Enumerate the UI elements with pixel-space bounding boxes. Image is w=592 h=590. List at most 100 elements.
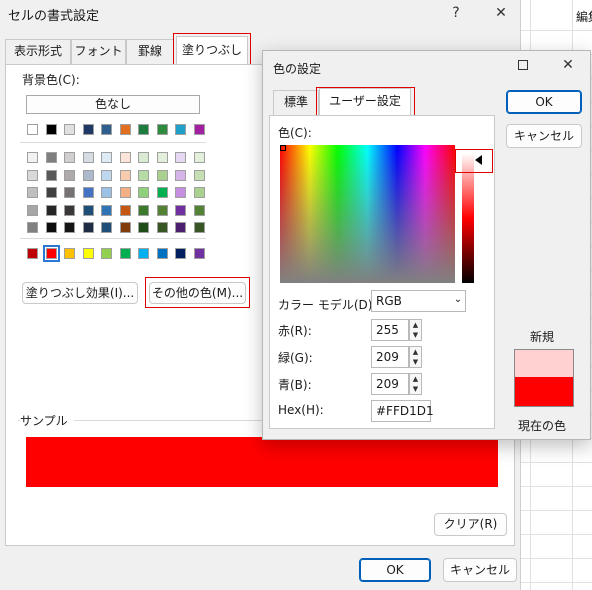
theme-shade-swatch[interactable] bbox=[101, 204, 112, 216]
luminance-arrow-icon[interactable] bbox=[475, 155, 482, 165]
theme-color-swatch[interactable] bbox=[101, 124, 112, 135]
theme-shade-swatch[interactable] bbox=[138, 152, 149, 163]
theme-shade-swatch[interactable] bbox=[156, 222, 168, 233]
blue-spinner[interactable]: ▲ ▼ bbox=[409, 373, 422, 395]
theme-shade-swatch[interactable] bbox=[175, 222, 186, 233]
blue-input[interactable]: 209 bbox=[371, 373, 409, 395]
standard-color-swatch[interactable] bbox=[193, 248, 205, 259]
theme-shade-swatch[interactable] bbox=[156, 204, 168, 216]
theme-shade-swatch[interactable] bbox=[27, 152, 38, 163]
theme-shade-swatch[interactable] bbox=[27, 169, 38, 181]
ok-button[interactable]: OK bbox=[359, 558, 431, 582]
theme-shade-swatch[interactable] bbox=[156, 187, 168, 198]
chevron-down-icon[interactable]: ⌄ bbox=[450, 290, 466, 312]
theme-color-swatch[interactable] bbox=[45, 124, 57, 135]
theme-color-swatch[interactable] bbox=[119, 124, 131, 135]
theme-shade-swatch[interactable] bbox=[64, 222, 75, 233]
theme-color-swatch[interactable] bbox=[193, 124, 205, 135]
tab-border[interactable]: 罫線 bbox=[126, 39, 174, 64]
color-dialog-close-icon[interactable]: ✕ bbox=[557, 54, 579, 76]
theme-shade-swatch[interactable] bbox=[82, 169, 94, 181]
red-spinner[interactable]: ▲ ▼ bbox=[409, 319, 422, 341]
theme-shade-swatch[interactable] bbox=[193, 222, 205, 233]
tab-number-format[interactable]: 表示形式 bbox=[5, 39, 71, 64]
theme-shade-swatch[interactable] bbox=[138, 222, 149, 233]
theme-shade-swatch[interactable] bbox=[64, 204, 75, 216]
luminance-bar[interactable] bbox=[462, 153, 474, 283]
standard-color-swatch[interactable] bbox=[42, 245, 60, 262]
theme-shade-swatch[interactable] bbox=[138, 169, 149, 181]
theme-shade-swatch[interactable] bbox=[193, 152, 205, 163]
theme-shade-swatch[interactable] bbox=[156, 169, 168, 181]
theme-shade-swatch[interactable] bbox=[175, 169, 186, 181]
theme-color-swatch[interactable] bbox=[64, 124, 75, 135]
theme-shade-swatch[interactable] bbox=[27, 187, 38, 198]
close-icon[interactable]: ✕ bbox=[490, 2, 512, 24]
more-colors-button[interactable]: その他の色(M)... bbox=[149, 282, 246, 304]
theme-color-swatch[interactable] bbox=[138, 124, 149, 135]
no-color-button[interactable]: 色なし bbox=[26, 95, 200, 114]
theme-shade-swatch[interactable] bbox=[119, 222, 131, 233]
standard-color-swatch[interactable] bbox=[27, 248, 38, 259]
cancel-button[interactable]: キャンセル bbox=[443, 558, 517, 582]
clear-button[interactable]: クリア(R) bbox=[434, 513, 507, 536]
color-cancel-button[interactable]: キャンセル bbox=[506, 124, 582, 148]
theme-shade-swatch[interactable] bbox=[119, 152, 131, 163]
standard-color-swatch[interactable] bbox=[175, 248, 186, 259]
theme-shade-swatch[interactable] bbox=[193, 204, 205, 216]
theme-shade-swatch[interactable] bbox=[45, 169, 57, 181]
theme-color-swatch[interactable] bbox=[27, 124, 38, 135]
theme-shade-swatch[interactable] bbox=[193, 187, 205, 198]
tab-fill[interactable]: 塗りつぶし bbox=[176, 36, 248, 65]
maximize-icon[interactable] bbox=[513, 55, 533, 75]
theme-shade-swatch[interactable] bbox=[45, 204, 57, 216]
standard-color-swatch[interactable] bbox=[82, 248, 94, 259]
theme-shade-swatch[interactable] bbox=[175, 204, 186, 216]
theme-shade-swatch[interactable] bbox=[193, 169, 205, 181]
theme-shade-swatch[interactable] bbox=[27, 222, 38, 233]
theme-shade-swatch[interactable] bbox=[45, 152, 57, 163]
theme-color-swatch[interactable] bbox=[175, 124, 186, 135]
theme-shade-swatch[interactable] bbox=[45, 187, 57, 198]
red-input[interactable]: 255 bbox=[371, 319, 409, 341]
standard-color-swatch[interactable] bbox=[156, 248, 168, 259]
theme-shade-swatch[interactable] bbox=[64, 152, 75, 163]
standard-color-swatch[interactable] bbox=[64, 248, 75, 259]
color-ok-button[interactable]: OK bbox=[506, 90, 582, 114]
theme-shade-swatch[interactable] bbox=[82, 152, 94, 163]
theme-shade-swatch[interactable] bbox=[101, 222, 112, 233]
help-button[interactable]: ? bbox=[445, 2, 467, 24]
standard-color-swatch[interactable] bbox=[101, 248, 112, 259]
color-spectrum[interactable] bbox=[280, 145, 455, 283]
theme-shade-swatch[interactable] bbox=[64, 169, 75, 181]
tab-custom[interactable]: ユーザー設定 bbox=[319, 88, 411, 115]
theme-shade-swatch[interactable] bbox=[101, 152, 112, 163]
theme-shade-swatch[interactable] bbox=[138, 187, 149, 198]
theme-color-swatch[interactable] bbox=[156, 124, 168, 135]
theme-shade-swatch[interactable] bbox=[175, 152, 186, 163]
theme-shade-swatch[interactable] bbox=[101, 169, 112, 181]
theme-shade-swatch[interactable] bbox=[82, 204, 94, 216]
theme-shade-swatch[interactable] bbox=[27, 204, 38, 216]
theme-shade-swatch[interactable] bbox=[156, 152, 168, 163]
standard-color-swatch[interactable] bbox=[119, 248, 131, 259]
hex-input[interactable]: #FFD1D1 bbox=[371, 400, 434, 422]
theme-shade-swatch[interactable] bbox=[119, 187, 131, 198]
standard-color-swatch[interactable] bbox=[138, 248, 149, 259]
tab-standard[interactable]: 標準 bbox=[273, 90, 319, 115]
theme-shade-swatch[interactable] bbox=[45, 222, 57, 233]
tab-font[interactable]: フォント bbox=[71, 39, 126, 64]
theme-shade-swatch[interactable] bbox=[119, 169, 131, 181]
spectrum-crosshair[interactable] bbox=[280, 145, 286, 151]
fill-effects-button[interactable]: 塗りつぶし効果(I)... bbox=[22, 282, 138, 304]
theme-shade-swatch[interactable] bbox=[82, 187, 94, 198]
green-input[interactable]: 209 bbox=[371, 346, 409, 368]
theme-color-swatch[interactable] bbox=[82, 124, 94, 135]
theme-shade-swatch[interactable] bbox=[138, 204, 149, 216]
theme-shade-swatch[interactable] bbox=[64, 187, 75, 198]
theme-shade-swatch[interactable] bbox=[101, 187, 112, 198]
green-spinner[interactable]: ▲ ▼ bbox=[409, 346, 422, 368]
theme-shade-swatch[interactable] bbox=[119, 204, 131, 216]
theme-shade-swatch[interactable] bbox=[175, 187, 186, 198]
theme-shade-swatch[interactable] bbox=[82, 222, 94, 233]
